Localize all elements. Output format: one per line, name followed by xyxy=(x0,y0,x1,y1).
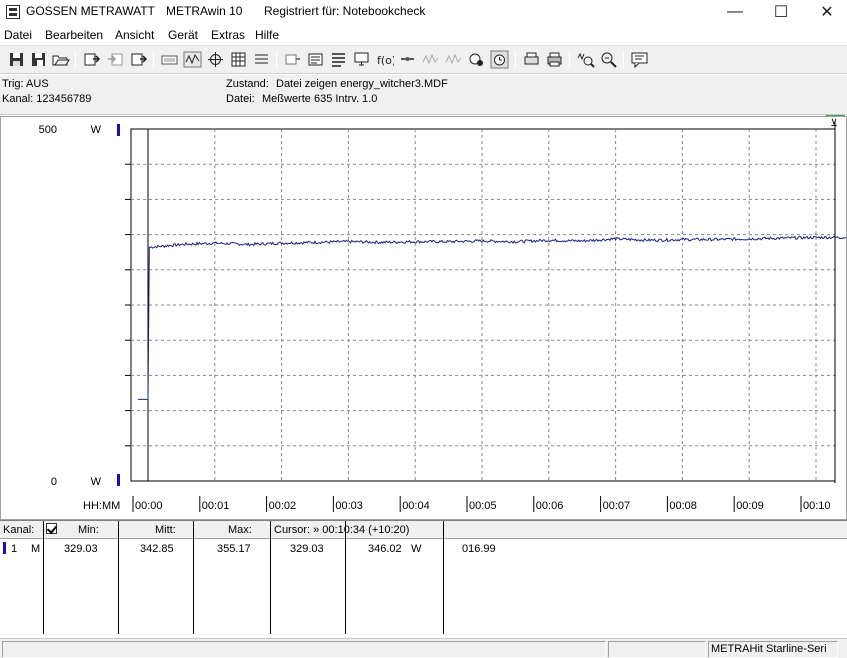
title-bar: GOSSEN METRAWATT METRAwin 10 Registriert… xyxy=(0,0,847,24)
y-top-label: 500 xyxy=(39,124,57,136)
zoom-out-icon[interactable] xyxy=(599,50,618,69)
app-title: METRAwin 10 xyxy=(166,4,243,18)
maximize-button[interactable]: ☐ xyxy=(758,0,804,24)
y-bottom-marker xyxy=(117,474,120,486)
channel-color-marker xyxy=(3,542,6,554)
datei-label: Datei: xyxy=(226,93,255,105)
row-cursor-value: 329.03 xyxy=(290,543,324,555)
x-tick-label: 00:07 xyxy=(603,500,631,512)
channels-icon[interactable] xyxy=(283,50,302,69)
y-top-marker xyxy=(117,124,120,136)
chart-grid xyxy=(125,121,836,483)
row-extra: 016.99 xyxy=(462,543,496,555)
status-panel-mid xyxy=(608,641,706,658)
x-tick-label: 00:01 xyxy=(202,500,230,512)
x-tick-label: 00:00 xyxy=(135,500,163,512)
copy-icon[interactable] xyxy=(129,50,148,69)
x-tick-label: 00:09 xyxy=(736,500,764,512)
menu-ansicht[interactable]: Ansicht xyxy=(115,28,154,42)
row-max: 355.17 xyxy=(217,543,251,555)
svg-text:f(o): f(o) xyxy=(377,54,394,67)
checkbox-all[interactable] xyxy=(46,523,57,534)
plot-border xyxy=(130,128,836,482)
import-icon[interactable] xyxy=(106,50,125,69)
row-type: M xyxy=(31,543,41,555)
menu-extras[interactable]: Extras xyxy=(211,28,245,42)
cursor-marker-icon[interactable]: ⊻ xyxy=(830,118,837,129)
datei-value: Meßwerte 635 Intrv. 1.0 xyxy=(262,93,378,105)
x-axis-label: HH:MM xyxy=(83,500,120,512)
y-bottom-unit: W xyxy=(91,476,102,488)
print-preview-icon[interactable] xyxy=(522,50,541,69)
x-tick-label: 00:10 xyxy=(803,500,831,512)
x-tick-label: 00:08 xyxy=(669,500,697,512)
trig-status: Trig: AUS xyxy=(2,78,49,90)
settings-icon[interactable] xyxy=(252,50,271,69)
wave-icon-2[interactable] xyxy=(444,50,463,69)
x-tick-label: 00:02 xyxy=(269,500,297,512)
info-panel: Trig: AUS Kanal: 123456789 Zustand: Date… xyxy=(0,75,847,115)
registered-title: Registriert für: Notebookcheck xyxy=(264,4,426,18)
table-icon[interactable] xyxy=(229,50,248,69)
toolbar: f(o) xyxy=(0,46,847,118)
header-kanal: Kanal: xyxy=(3,524,35,536)
channel-table: Kanal: Min: Mitt: Max: Cursor: » 00:10:3… xyxy=(0,520,847,638)
x-tick-label: 00:06 xyxy=(536,500,564,512)
menu-bar: Datei Bearbeiten Ansicht Gerät Extras Hi… xyxy=(0,24,847,46)
menu-hilfe[interactable]: Hilfe xyxy=(255,28,279,42)
x-ticks: 00:00 00:01 00:02 00:03 00:04 00:05 00:06 00:07… xyxy=(132,496,831,512)
x-tick-label: 00:04 xyxy=(402,500,430,512)
open-icon[interactable] xyxy=(51,50,70,69)
zustand-value: Datei zeigen energy_witcher3.MDF xyxy=(276,78,448,90)
close-button[interactable]: ✕ xyxy=(804,0,847,24)
zoom-wave-icon[interactable] xyxy=(183,50,202,69)
status-panel-main xyxy=(2,641,606,658)
export-icon[interactable] xyxy=(82,50,101,69)
table-header: Kanal: Min: Mitt: Max: Cursor: » 00:10:3… xyxy=(0,521,847,539)
header-max: Max: xyxy=(228,524,252,536)
row-channel: 1 xyxy=(11,543,18,555)
comment-icon[interactable] xyxy=(630,50,649,69)
minimize-button[interactable]: — xyxy=(712,0,758,24)
record-icon[interactable] xyxy=(467,50,486,69)
header-mitt: Mitt: xyxy=(155,524,176,536)
list-icon[interactable] xyxy=(306,50,325,69)
y-bottom-label: 0 xyxy=(51,476,57,488)
y-top-unit: W xyxy=(91,124,102,136)
list-icon-2[interactable] xyxy=(329,50,348,69)
row-min: 329.03 xyxy=(64,543,98,555)
kanal-status: Kanal: 123456789 xyxy=(2,93,92,105)
row-mitt: 342.85 xyxy=(140,543,174,555)
header-cursor: Cursor: » 00:10:34 (+10:20) xyxy=(274,524,410,536)
app-icon xyxy=(6,5,20,19)
save-icon[interactable] xyxy=(7,50,26,69)
timer-icon[interactable] xyxy=(490,50,509,69)
wave-icon[interactable] xyxy=(421,50,440,69)
header-min: Min: xyxy=(78,524,99,536)
save-as-icon[interactable] xyxy=(29,50,48,69)
row-unit: W xyxy=(411,543,422,555)
x-tick-label: 00:03 xyxy=(335,500,363,512)
status-bar: METRAHit Starline-Seri xyxy=(0,638,847,658)
row-cursor-value2: 346.02 xyxy=(368,543,402,555)
menu-geraet[interactable]: Gerät xyxy=(168,28,198,42)
zoom-in-icon[interactable] xyxy=(576,50,595,69)
monitor-icon[interactable] xyxy=(352,50,371,69)
series-line xyxy=(137,235,846,400)
zustand-label: Zustand: xyxy=(226,78,269,90)
menu-bearbeiten[interactable]: Bearbeiten xyxy=(45,28,103,42)
x-tick-label: 00:05 xyxy=(469,500,497,512)
brand-title: GOSSEN METRAWATT xyxy=(26,4,155,18)
keyboard-icon[interactable] xyxy=(160,50,179,69)
print-icon[interactable] xyxy=(545,50,564,69)
status-device: METRAHit Starline-Seri xyxy=(711,643,827,655)
chart-pane[interactable]: 500 W 0 W HH:MM 00:00 00:01 00:02 00:03 00:0… xyxy=(0,116,847,520)
crosshair-icon[interactable] xyxy=(206,50,225,69)
connect-icon[interactable] xyxy=(398,50,417,69)
power-chart[interactable]: 500 W 0 W HH:MM 00:00 00:01 00:02 00:03 00:0… xyxy=(1,117,846,519)
function-icon[interactable]: f(o) xyxy=(375,50,396,69)
menu-datei[interactable]: Datei xyxy=(4,28,32,42)
